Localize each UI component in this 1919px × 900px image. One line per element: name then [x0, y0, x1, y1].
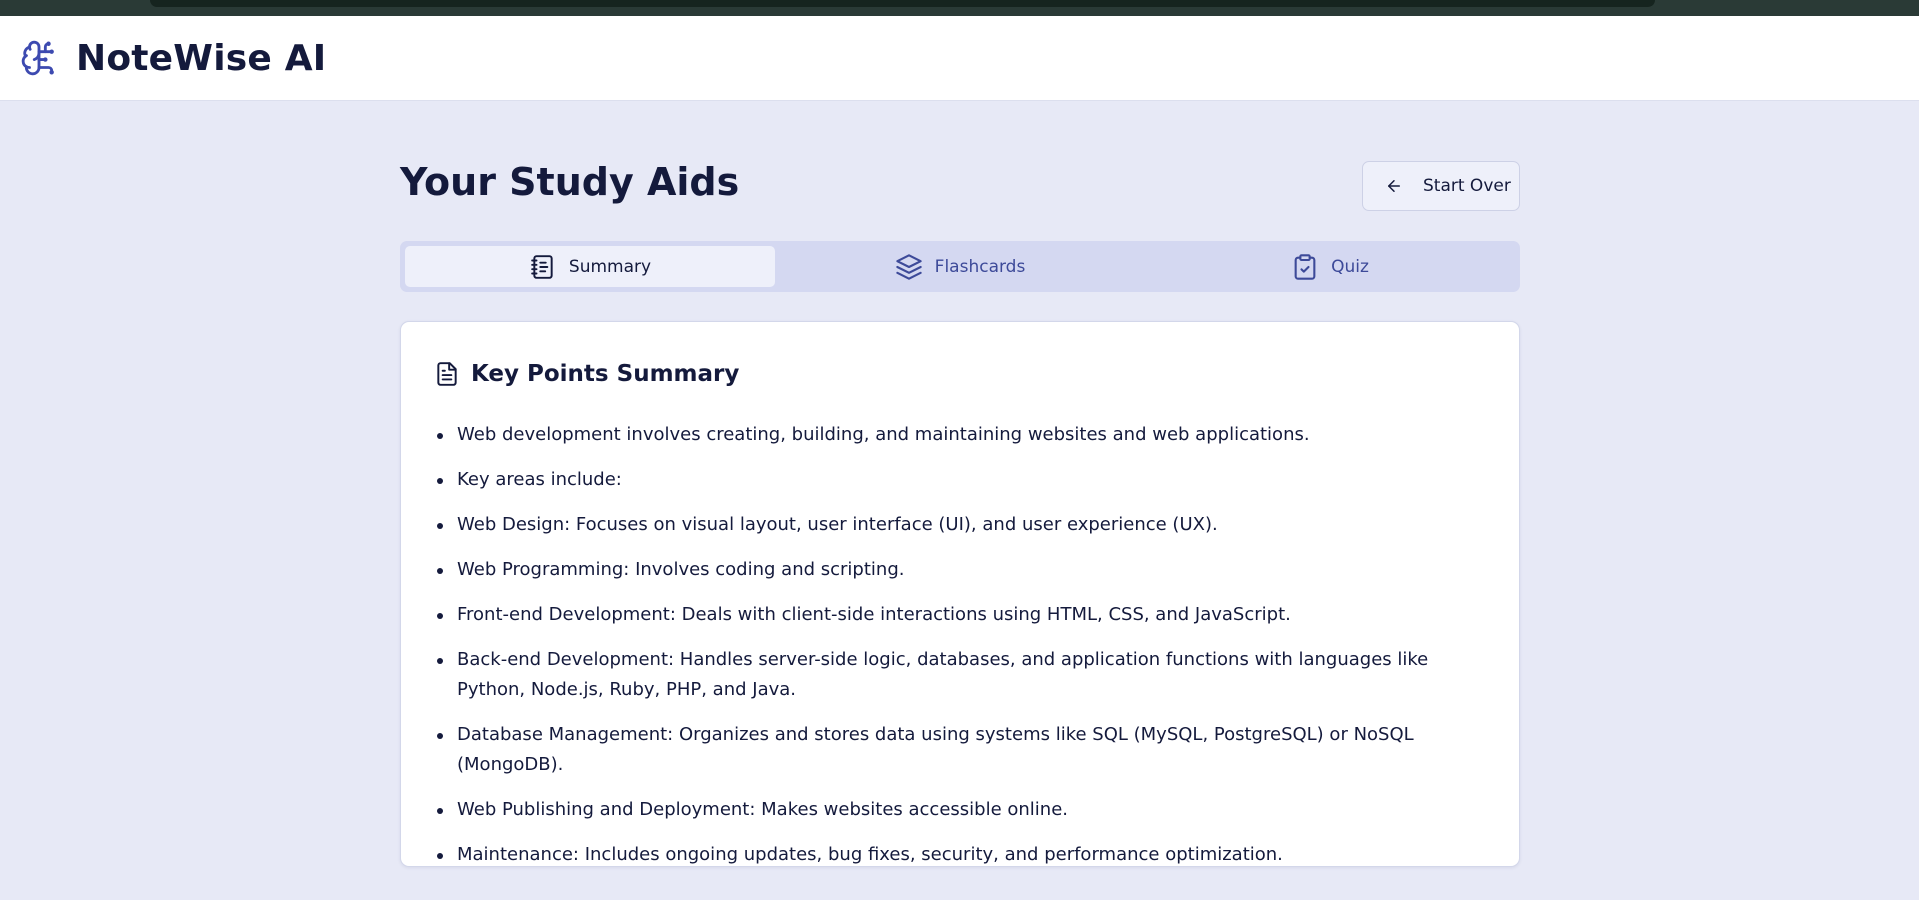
brain-icon — [20, 37, 58, 79]
list-item: Back-end Development: Handles server-sid… — [433, 645, 1487, 705]
list-item: Front-end Development: Deals with client… — [433, 600, 1487, 630]
summary-card-header: Key Points Summary — [433, 356, 1487, 392]
list-item: Web Design: Focuses on visual layout, us… — [433, 510, 1487, 540]
list-item: Key areas include: — [433, 465, 1487, 495]
start-over-label: Start Over — [1423, 176, 1511, 196]
tab-flashcards-label: Flashcards — [934, 256, 1026, 277]
list-item: Web Publishing and Deployment: Makes web… — [433, 795, 1487, 825]
layers-icon — [895, 252, 923, 282]
arrow-left-icon — [1385, 177, 1403, 195]
summary-card: Key Points Summary Web development invol… — [400, 321, 1520, 867]
list-item: Database Management: Organizes and store… — [433, 720, 1487, 780]
app-title: NoteWise AI — [76, 37, 327, 79]
start-over-button[interactable]: Start Over — [1362, 161, 1520, 211]
tab-quiz-label: Quiz — [1331, 256, 1369, 277]
tab-summary[interactable]: Summary — [405, 246, 775, 287]
tab-flashcards[interactable]: Flashcards — [775, 246, 1145, 287]
tab-summary-label: Summary — [568, 256, 652, 277]
page-title: Your Study Aids — [400, 160, 740, 204]
study-aid-tabs: Summary Flashcards Quiz — [400, 241, 1520, 292]
app-header: NoteWise AI — [0, 16, 1919, 101]
notebook-icon — [529, 252, 557, 282]
list-item: Web development involves creating, build… — [433, 420, 1487, 450]
summary-title: Key Points Summary — [471, 361, 740, 387]
clipboard-check-icon — [1291, 252, 1319, 282]
tab-quiz[interactable]: Quiz — [1145, 246, 1515, 287]
list-item: Web Programming: Involves coding and scr… — [433, 555, 1487, 585]
summary-points: Web development involves creating, build… — [433, 420, 1487, 870]
document-icon — [433, 358, 461, 390]
browser-top-bar — [150, 0, 1655, 7]
list-item: Maintenance: Includes ongoing updates, b… — [433, 840, 1487, 870]
browser-top-strip — [0, 0, 1919, 16]
